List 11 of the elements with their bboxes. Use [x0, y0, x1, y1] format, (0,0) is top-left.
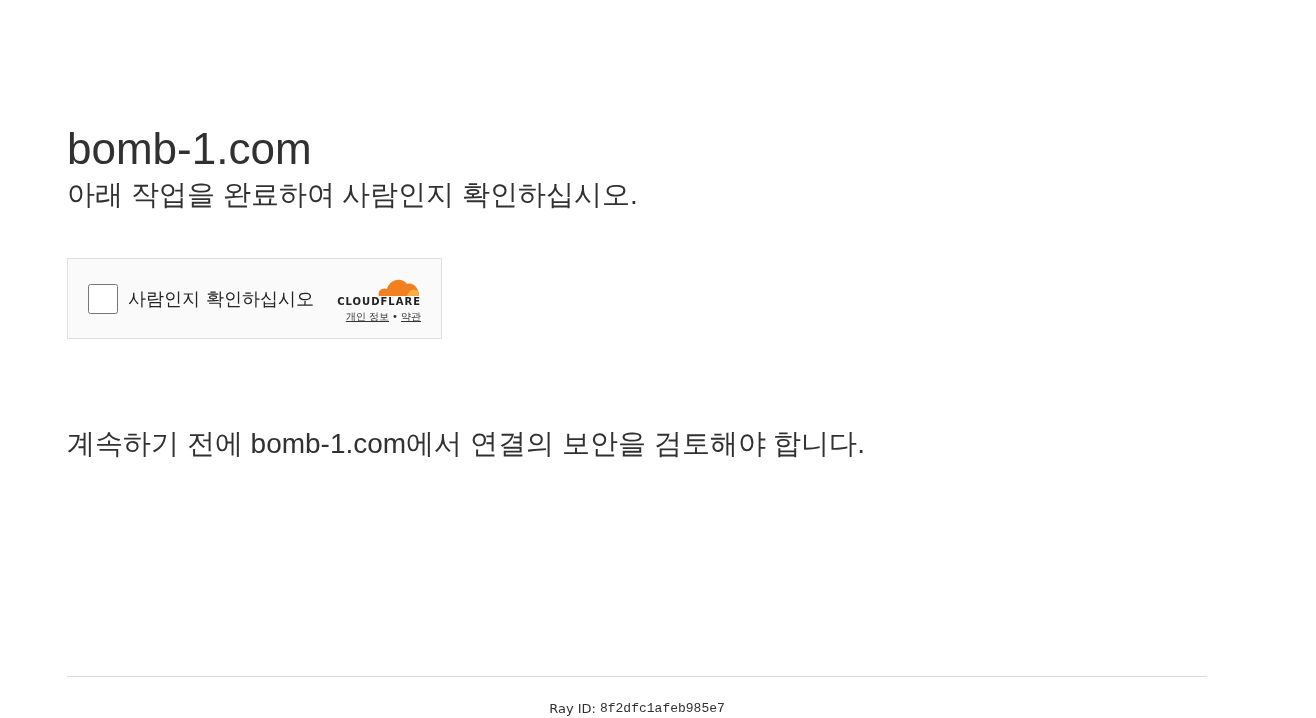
checkbox-label: 사람인지 확인하십시오: [128, 287, 314, 311]
separator: •: [392, 311, 398, 323]
checkbox[interactable]: [88, 283, 118, 314]
logo-text: CLOUDFLARE: [337, 296, 421, 308]
terms-link[interactable]: 약관: [401, 311, 421, 323]
privacy-link[interactable]: 개인 정보: [345, 311, 390, 323]
ray-id-label: Ray ID:: [549, 699, 596, 718]
ray-id: 8f2dfc1afeb985e7: [599, 699, 725, 718]
security-message: 계속하기 전에 bomb-1.com에서 연결의 보안을 검토해야 합니다.: [67, 427, 866, 461]
subtitle: 아래 작업을 완료하여 사람인지 확인하십시오.: [67, 178, 638, 212]
site-title: bomb-1.com: [67, 123, 312, 175]
